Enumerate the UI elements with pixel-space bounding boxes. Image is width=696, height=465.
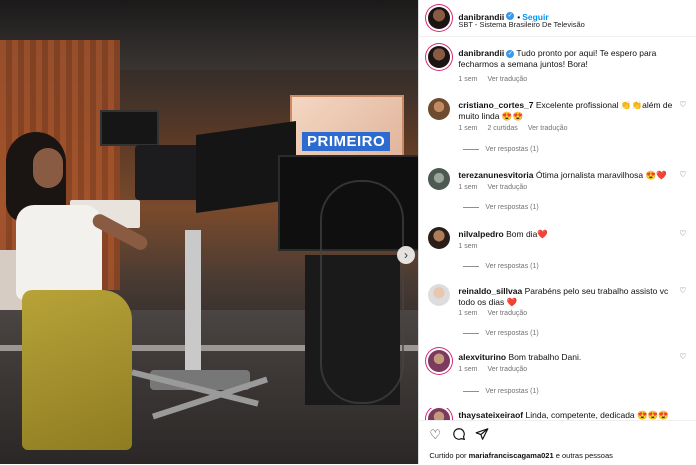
comment-meta: 1 sem (458, 243, 487, 250)
comment-username[interactable]: cristiano_cortes_7 (458, 100, 533, 110)
comment-meta: 1 sem Ver tradução (458, 366, 537, 373)
view-replies-link[interactable]: Ver respostas (1) (485, 330, 538, 337)
comment-avatar[interactable] (428, 227, 451, 249)
comment-bubble-icon[interactable] (452, 427, 466, 444)
comment-translate-link[interactable]: Ver tradução (528, 125, 568, 132)
liked-by-line: Curtido por mariafranciscagama021 e outr… (429, 451, 612, 460)
studio-screen-text: PRIMEIRO (302, 132, 391, 151)
comment-like-icon[interactable]: ♡ (679, 170, 686, 179)
post-caption: danibrandii ✓ Tudo pronto por aqui! Te es… (419, 46, 696, 86)
comment-text: Linda, competente, dedicada 😍😍😍 (525, 410, 669, 420)
comment-item: terezanunesvitoria Ótima jornalista mara… (419, 168, 696, 218)
comment-item: thaysateixeiraof Linda, competente, dedi… (419, 408, 696, 420)
comment-text-block: thaysateixeiraof Linda, competente, dedi… (458, 410, 686, 420)
comment-avatar[interactable] (428, 98, 451, 120)
comment-username[interactable]: nilvalpedro (458, 229, 503, 239)
comment-text: Ótima jornalista maravilhosa 😍❤️ (535, 170, 667, 180)
view-replies-link[interactable]: Ver respostas (1) (485, 204, 538, 211)
comment-like-icon[interactable]: ♡ (679, 352, 686, 361)
comment-translate-link[interactable]: Ver tradução (487, 310, 527, 317)
caption-text-block: danibrandii ✓ Tudo pronto por aqui! Te es… (458, 48, 686, 70)
author-avatar[interactable] (428, 7, 451, 29)
comment-translate-link[interactable]: Ver tradução (487, 366, 527, 373)
comment-username[interactable]: thaysateixeiraof (458, 410, 523, 420)
comment-text-block: alexviturino Bom trabalho Dani. (458, 352, 686, 363)
author-subtitle: SBT - Sistema Brasileiro De Televisão (458, 20, 585, 29)
post-header: danibrandii ✓ • Seguir SBT - Sistema Brasil… (419, 0, 696, 37)
presenter-top (16, 205, 102, 300)
comment-time[interactable]: 1 sem (458, 125, 477, 132)
comment-text: Bom dia❤️ (506, 229, 548, 239)
comment-item: nilvalpedro Bom dia❤️ ♡ 1 sem Ver respos… (419, 227, 696, 277)
like-heart-icon[interactable]: ♡ (429, 427, 441, 443)
comment-meta: 1 sem Ver tradução (458, 184, 537, 191)
caption-time[interactable]: 1 sem (458, 76, 477, 83)
post-actions-bar: ♡ Curtido por mariafranciscagama021 e ou… (419, 420, 696, 465)
post-side-panel: danibrandii ✓ • Seguir SBT - Sistema Brasil… (418, 0, 696, 465)
verified-badge-icon: ✓ (506, 11, 515, 20)
comment-item: cristiano_cortes_7 Excelente profissiona… (419, 98, 696, 158)
comment-avatar[interactable] (428, 408, 451, 420)
caption-translate-link[interactable]: Ver tradução (487, 76, 527, 83)
comment-username[interactable]: alexviturino (458, 352, 506, 362)
liked-by-suffix[interactable]: e outras pessoas (556, 451, 613, 460)
comment-meta: 1 sem 2 curtidas Ver tradução (458, 125, 577, 132)
view-replies-link[interactable]: Ver respostas (1) (485, 146, 538, 153)
caption-meta: 1 sem Ver tradução (458, 76, 537, 83)
share-plane-icon[interactable] (475, 427, 489, 444)
camera-viewfinder (100, 110, 159, 146)
comment-like-icon[interactable]: ♡ (679, 229, 686, 238)
comment-text-block: terezanunesvitoria Ótima jornalista mara… (458, 170, 686, 181)
view-replies-link[interactable]: Ver respostas (1) (485, 388, 538, 395)
comment-username[interactable]: terezanunesvitoria (458, 170, 533, 180)
comment-item: reinaldo_sillvaa Parabéns pelo seu traba… (419, 284, 696, 344)
instagram-post-viewer: PRIMEIRO › danibrandii ✓ • Seguir SBT - Sis… (0, 0, 696, 465)
comment-time[interactable]: 1 sem (458, 184, 477, 191)
share-plane-svg (475, 428, 489, 440)
comment-text-block: reinaldo_sillvaa Parabéns pelo seu traba… (458, 286, 686, 308)
comment-text-block: cristiano_cortes_7 Excelente profissiona… (458, 100, 686, 122)
comment-text-block: nilvalpedro Bom dia❤️ (458, 229, 686, 240)
comment-time[interactable]: 1 sem (458, 243, 477, 250)
camera-body (135, 145, 205, 200)
presenter-skirt (22, 290, 132, 450)
comment-username[interactable]: reinaldo_sillvaa (458, 286, 522, 296)
next-photo-button[interactable]: › (397, 246, 415, 264)
comment-avatar[interactable] (428, 168, 451, 190)
view-replies-link[interactable]: Ver respostas (1) (485, 263, 538, 270)
liked-by-user[interactable]: mariafranciscagama021 (469, 451, 554, 460)
caption-avatar[interactable] (428, 46, 451, 68)
comment-like-icon[interactable]: ♡ (679, 286, 686, 295)
comment-time[interactable]: 1 sem (458, 366, 477, 373)
presenter-face (33, 148, 63, 188)
comment-item: alexviturino Bom trabalho Dani. ♡ 1 sem V… (419, 350, 696, 400)
verified-badge-icon: ✓ (506, 49, 515, 58)
liked-by-prefix: Curtido por (429, 451, 467, 460)
comment-likes[interactable]: 2 curtidas (487, 125, 517, 132)
caption-username[interactable]: danibrandii (458, 48, 504, 58)
comment-text: Bom trabalho Dani. (508, 352, 582, 362)
comment-meta: 1 sem Ver tradução (458, 310, 537, 317)
comment-avatar[interactable] (428, 350, 451, 372)
post-photo[interactable]: PRIMEIRO › (0, 0, 419, 464)
comment-avatar[interactable] (428, 284, 451, 306)
camera-pedestal-post (185, 230, 201, 390)
comment-like-icon[interactable]: ♡ (679, 100, 686, 109)
comment-translate-link[interactable]: Ver tradução (487, 184, 527, 191)
comment-bubble-svg (453, 428, 466, 441)
studio-screen (290, 95, 404, 164)
comment-time[interactable]: 1 sem (458, 310, 477, 317)
monitor-cables (320, 180, 404, 404)
